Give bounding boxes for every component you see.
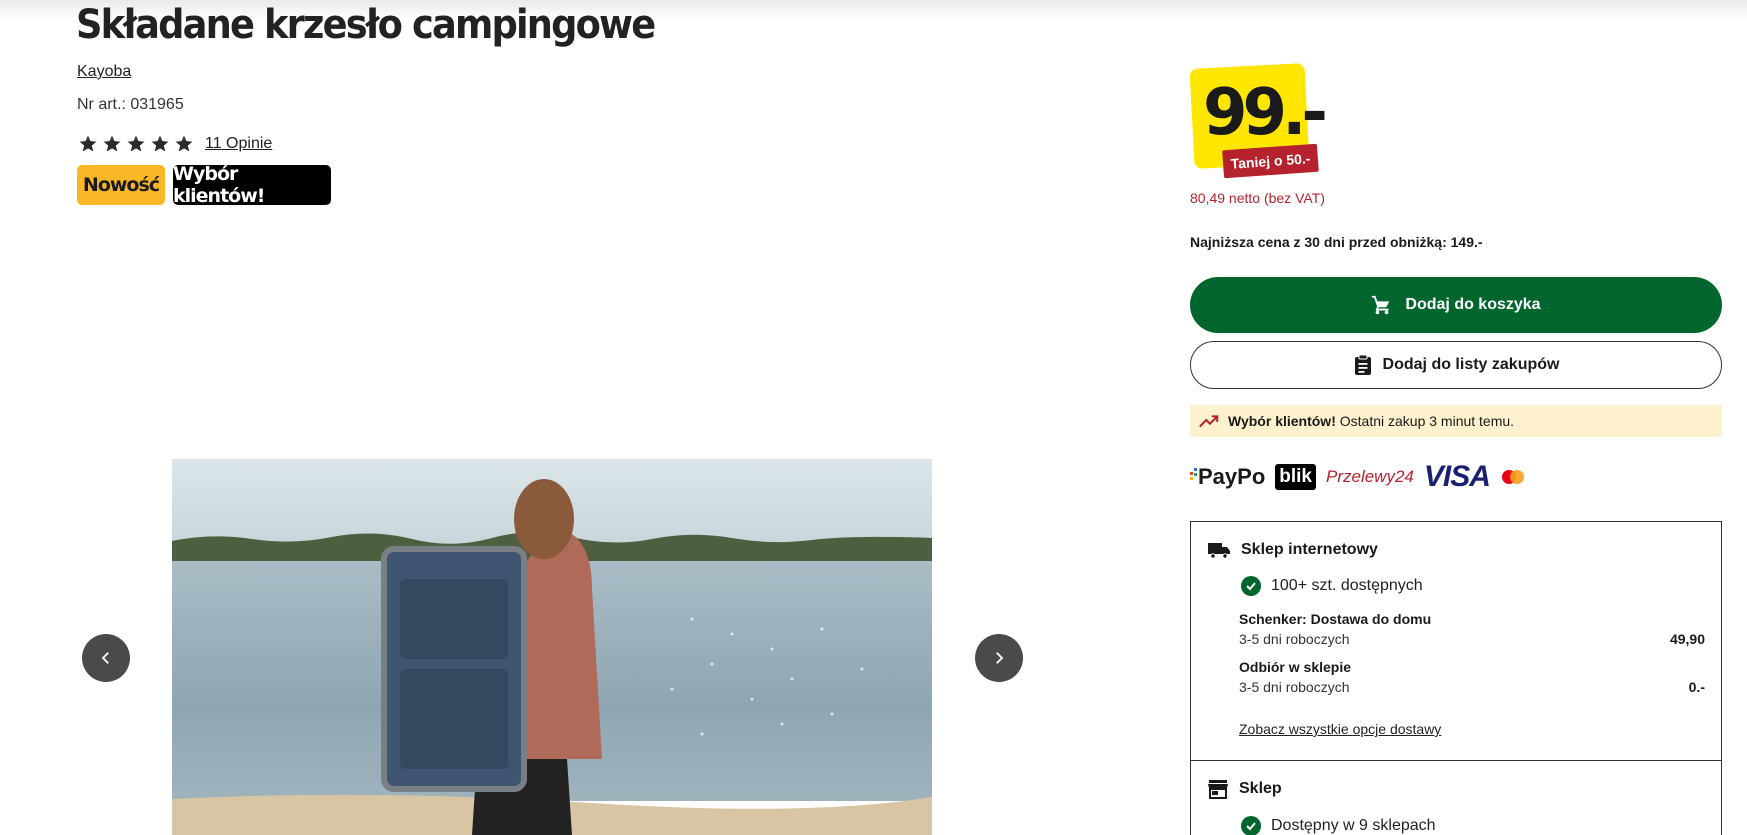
delivery-option-time: 3-5 dni roboczych bbox=[1239, 679, 1350, 695]
star-icon bbox=[151, 135, 169, 152]
przelewy24-logo: Przelewy24 bbox=[1326, 467, 1414, 486]
badge-customer-choice: Wybór klientów! bbox=[173, 163, 331, 207]
store-availability-box: Sklep Dostępny w 9 sklepach bbox=[1190, 761, 1722, 835]
star-icon bbox=[127, 135, 145, 152]
online-availability-label: 100+ szt. dostępnych bbox=[1271, 577, 1423, 594]
price-value: 99.- bbox=[1203, 76, 1328, 150]
brand-link[interactable]: Kayoba bbox=[77, 63, 131, 81]
clipboard-icon bbox=[1354, 354, 1371, 375]
chevron-right-icon bbox=[996, 652, 1004, 664]
gallery-next-button[interactable] bbox=[975, 634, 1023, 682]
paypo-logo: PayPo bbox=[1190, 464, 1265, 490]
check-circle-icon bbox=[1241, 816, 1261, 835]
product-image[interactable] bbox=[172, 459, 932, 835]
visa-logo: VISA bbox=[1423, 460, 1491, 493]
online-store-delivery-box: Sklep internetowy 100+ szt. dostępnych S… bbox=[1190, 521, 1722, 761]
paypo-dots bbox=[1190, 468, 1197, 480]
truck-icon bbox=[1208, 543, 1230, 559]
payment-methods: PayPo blik Przelewy24 VISA bbox=[1190, 460, 1526, 494]
see-all-delivery-options-link[interactable]: Zobacz wszystkie opcje dostawy bbox=[1239, 721, 1441, 737]
lowest-price-30-days: Najniższa cena z 30 dni przed obniżką: 1… bbox=[1190, 234, 1483, 250]
rating[interactable]: 11 Opinie bbox=[78, 134, 272, 154]
reviews-link[interactable]: 11 Opinie bbox=[205, 135, 272, 153]
blik-logo: blik bbox=[1275, 464, 1316, 490]
badge-new: Nowość bbox=[77, 165, 165, 205]
gallery-prev-button[interactable] bbox=[82, 634, 130, 682]
online-availability: 100+ szt. dostępnych bbox=[1241, 576, 1423, 596]
notice-text: Ostatni zakup 3 minut temu. bbox=[1339, 413, 1515, 429]
delivery-option-name: Schenker: Dostawa do domu bbox=[1239, 611, 1432, 627]
beach-photo bbox=[172, 459, 932, 835]
check-circle-icon bbox=[1241, 576, 1261, 596]
add-to-cart-button[interactable]: Dodaj do koszyka bbox=[1190, 277, 1722, 333]
mastercard-icon bbox=[1501, 470, 1524, 484]
article-number: Nr art.: 031965 bbox=[77, 96, 184, 113]
discount-label: Taniej o 50.- bbox=[1222, 143, 1319, 179]
delivery-option-time: 3-5 dni roboczych bbox=[1239, 631, 1350, 647]
store-title: Sklep bbox=[1239, 780, 1282, 797]
product-title: Składane krzesło campingowe bbox=[76, 2, 656, 48]
paypo-label: PayPo bbox=[1198, 464, 1266, 489]
notice-bold: Wybór klientów! bbox=[1228, 413, 1336, 429]
trending-up-icon bbox=[1199, 415, 1219, 428]
delivery-option-price: 49,90 bbox=[1669, 631, 1705, 647]
store-availability-label: Dostępny w 9 sklepach bbox=[1271, 817, 1436, 834]
store-heading: Sklep bbox=[1207, 779, 1282, 799]
online-store-heading: Sklep internetowy bbox=[1207, 541, 1378, 559]
price-netto: 80,49 netto (bez VAT) bbox=[1190, 190, 1325, 206]
star-icon bbox=[103, 135, 121, 152]
chevron-left-icon bbox=[101, 652, 109, 664]
star-icon bbox=[175, 135, 193, 152]
delivery-option-name: Odbiór w sklepie bbox=[1239, 659, 1352, 675]
cart-icon bbox=[1372, 295, 1390, 315]
add-to-shopping-list-button[interactable]: Dodaj do listy zakupów bbox=[1190, 341, 1722, 389]
customer-choice-notice: Wybór klientów! Ostatni zakup 3 minut te… bbox=[1190, 405, 1722, 437]
store-icon bbox=[1208, 780, 1228, 799]
store-availability: Dostępny w 9 sklepach bbox=[1241, 816, 1436, 835]
star-icon bbox=[79, 135, 97, 152]
add-to-list-label: Dodaj do listy zakupów bbox=[1382, 356, 1560, 373]
add-to-cart-label: Dodaj do koszyka bbox=[1405, 296, 1541, 313]
online-store-title: Sklep internetowy bbox=[1241, 541, 1378, 558]
delivery-option-price: 0.- bbox=[1688, 679, 1705, 695]
